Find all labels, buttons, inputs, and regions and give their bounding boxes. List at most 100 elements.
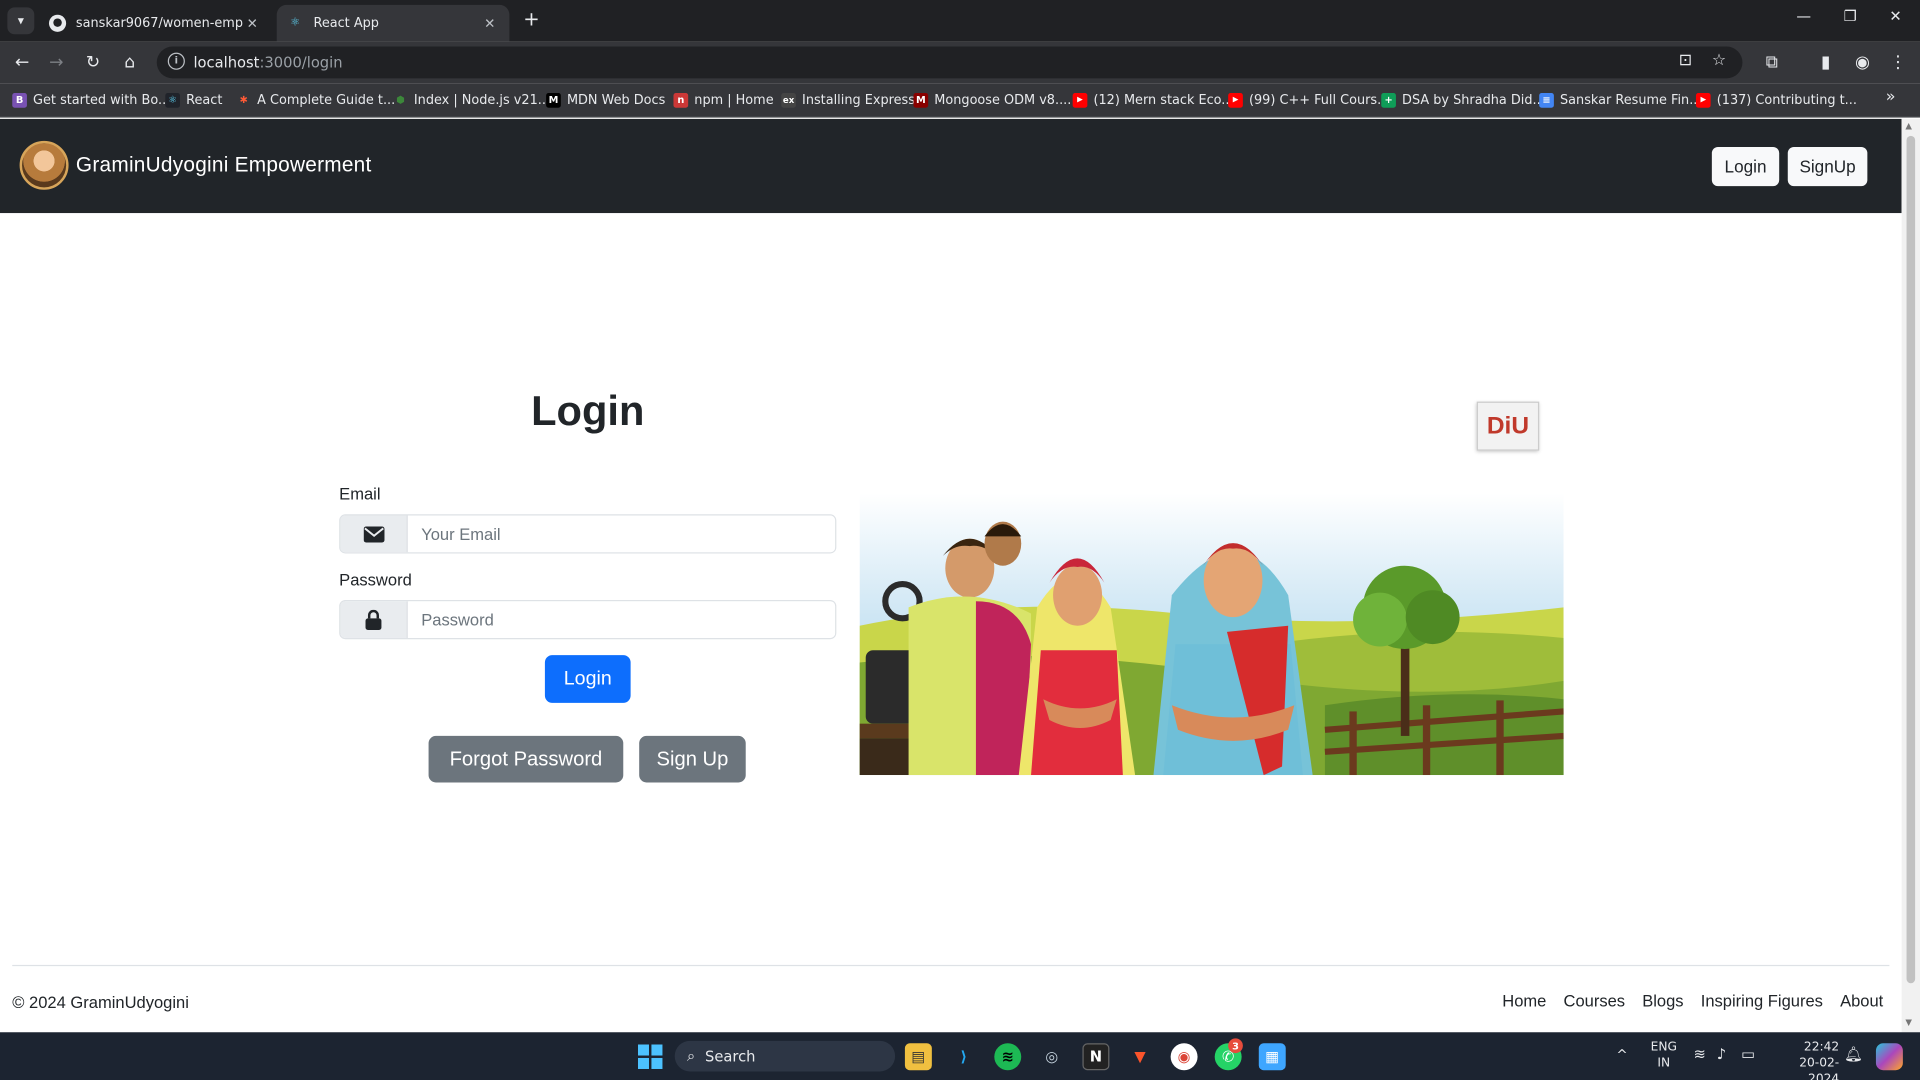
- tab-title: sanskar9067/women-empowerm: [75, 15, 243, 31]
- site-info-icon[interactable]: i: [167, 52, 185, 70]
- bookmark-item[interactable]: ▶ (99) C++ Full Cours...: [1228, 91, 1389, 111]
- react-icon: ⚛: [165, 93, 181, 108]
- forward-icon[interactable]: →: [44, 50, 68, 74]
- nav-signup-button[interactable]: SignUp: [1787, 146, 1868, 187]
- password-input-group: [339, 600, 837, 640]
- forgot-password-button[interactable]: Forgot Password: [428, 735, 624, 783]
- bookmark-label: React: [186, 93, 223, 108]
- brave-icon[interactable]: ▼: [1127, 1043, 1154, 1070]
- profile-avatar-icon[interactable]: ◉: [1850, 50, 1874, 74]
- bookmark-item[interactable]: ⬢ Index | Node.js v21....: [393, 91, 554, 111]
- show-hidden-icons[interactable]: ^: [1616, 1047, 1627, 1063]
- bookmark-label: A Complete Guide t...: [257, 93, 396, 108]
- login-submit-button[interactable]: Login: [544, 655, 631, 703]
- close-tab-icon[interactable]: ✕: [242, 15, 262, 31]
- more-bookmarks-icon[interactable]: »: [1886, 88, 1896, 106]
- clock-date: 20-02-2024: [1799, 1056, 1840, 1080]
- notification-bell-icon[interactable]: 🔔︎: [1844, 1046, 1863, 1063]
- bookmark-item[interactable]: ex Installing Express: [781, 91, 915, 111]
- bookmark-label: Mongoose ODM v8....: [934, 93, 1072, 108]
- bookmark-item[interactable]: M Mongoose ODM v8....: [913, 91, 1071, 111]
- page-scrollbar[interactable]: ▲ ▼: [1901, 118, 1920, 1033]
- tab-search-button[interactable]: ▾: [7, 7, 35, 35]
- github-icon: ●: [48, 14, 67, 32]
- bookmark-item[interactable]: ✱ A Complete Guide t...: [236, 91, 396, 111]
- url-host: localhost: [193, 53, 260, 72]
- minimize-icon[interactable]: —: [1785, 7, 1822, 24]
- bookmark-item[interactable]: B Get started with Bo...: [12, 91, 170, 111]
- steam-icon[interactable]: ◎: [1038, 1043, 1065, 1070]
- bookmark-star-icon[interactable]: ☆: [1712, 51, 1726, 69]
- back-icon[interactable]: ←: [10, 50, 34, 74]
- bookmark-label: MDN Web Docs: [566, 93, 666, 108]
- youtube-icon: ▶: [1072, 93, 1088, 108]
- npm-icon: n: [673, 93, 689, 108]
- tab-github[interactable]: ● sanskar9067/women-empowerm ✕: [39, 5, 272, 42]
- notepad-icon[interactable]: ▦: [1258, 1043, 1286, 1071]
- bookmark-item[interactable]: M MDN Web Docs: [546, 91, 665, 111]
- tab-title: React App: [313, 15, 379, 31]
- scrollbar-thumb[interactable]: [1906, 135, 1916, 984]
- vscode-icon[interactable]: ⟩: [950, 1043, 977, 1070]
- copilot-icon[interactable]: [1875, 1043, 1903, 1071]
- scroll-down-icon[interactable]: ▼: [1905, 1018, 1912, 1028]
- install-app-icon[interactable]: ⊡: [1679, 51, 1692, 69]
- women-village-illustration: [859, 399, 1564, 776]
- close-window-icon[interactable]: ✕: [1877, 7, 1914, 24]
- menu-icon[interactable]: ⋮: [1886, 50, 1910, 74]
- diu-badge-text: DiU: [1486, 412, 1530, 439]
- battery-icon[interactable]: ▭: [1741, 1046, 1755, 1063]
- hero-illustration: DiU: [859, 399, 1564, 776]
- clock[interactable]: 22:42 20-02-2024: [1773, 1040, 1839, 1080]
- asterisk-icon: ✱: [239, 94, 248, 106]
- bookmark-item[interactable]: n npm | Home: [673, 91, 774, 111]
- password-label: Password: [339, 570, 412, 589]
- url-text[interactable]: localhost:3000/login: [193, 54, 342, 71]
- footer-links: Home Courses Blogs Inspiring Figures Abo…: [1502, 992, 1883, 1010]
- wifi-icon[interactable]: ≋: [1693, 1046, 1705, 1063]
- bookmark-label: Installing Express: [802, 93, 915, 108]
- chrome-icon[interactable]: ◉: [1170, 1043, 1198, 1071]
- new-tab-icon[interactable]: +: [519, 7, 543, 30]
- bookmark-item[interactable]: ≡ Sanskar Resume Fin...: [1539, 91, 1701, 111]
- spotify-icon[interactable]: ≋: [994, 1043, 1022, 1071]
- brand-name[interactable]: GraminUdyogini Empowerment: [76, 153, 372, 177]
- footer-link-home[interactable]: Home: [1502, 992, 1546, 1010]
- close-tab-icon[interactable]: ✕: [480, 15, 500, 31]
- footer-link-about[interactable]: About: [1840, 992, 1883, 1010]
- notion-icon[interactable]: N: [1082, 1043, 1110, 1071]
- side-panel-icon[interactable]: ▮: [1813, 50, 1837, 74]
- bookmark-label: npm | Home: [694, 93, 774, 108]
- email-input[interactable]: [408, 515, 836, 553]
- extensions-icon[interactable]: ⧉: [1760, 50, 1784, 74]
- bookmark-item[interactable]: + DSA by Shradha Did...: [1381, 91, 1545, 111]
- bootstrap-icon: B: [12, 93, 27, 108]
- signup-button[interactable]: Sign Up: [639, 735, 746, 783]
- address-bar[interactable]: i localhost:3000/login ⊡ ☆: [156, 46, 1743, 79]
- file-explorer-icon[interactable]: ▤: [904, 1043, 932, 1071]
- bookmark-item[interactable]: ⚛ React: [165, 91, 222, 111]
- nav-login-button[interactable]: Login: [1711, 146, 1780, 187]
- start-windows-icon[interactable]: [637, 1043, 664, 1070]
- volume-icon[interactable]: ♪: [1717, 1046, 1726, 1063]
- express-icon: ex: [781, 93, 796, 108]
- bookmark-label: (99) C++ Full Cours...: [1248, 93, 1390, 108]
- footer-link-courses[interactable]: Courses: [1564, 992, 1626, 1010]
- taskbar-search[interactable]: ⌕ Search: [674, 1040, 896, 1072]
- tab-react-app[interactable]: ⚛ React App ✕: [276, 4, 510, 42]
- nodejs-icon: ⬢: [396, 94, 405, 106]
- brand-logo[interactable]: [19, 140, 69, 190]
- footer-link-inspiring-figures[interactable]: Inspiring Figures: [1701, 992, 1823, 1010]
- home-icon[interactable]: ⌂: [118, 50, 142, 74]
- region-code: IN: [1657, 1056, 1671, 1071]
- bookmarks-bar: B Get started with Bo... ⚛ React ✱ A Comple…: [0, 83, 1920, 118]
- footer-link-blogs[interactable]: Blogs: [1642, 992, 1683, 1010]
- clock-time: 22:42: [1803, 1040, 1840, 1055]
- restore-icon[interactable]: ❐: [1832, 7, 1869, 24]
- scroll-up-icon[interactable]: ▲: [1905, 121, 1912, 131]
- password-input[interactable]: [408, 601, 836, 638]
- language-indicator[interactable]: ENG IN: [1651, 1040, 1677, 1072]
- bookmark-item[interactable]: ▶ (12) Mern stack Eco...: [1072, 91, 1234, 111]
- reload-icon[interactable]: ↻: [81, 50, 105, 74]
- bookmark-item[interactable]: ▶ (137) Contributing t...: [1695, 91, 1857, 111]
